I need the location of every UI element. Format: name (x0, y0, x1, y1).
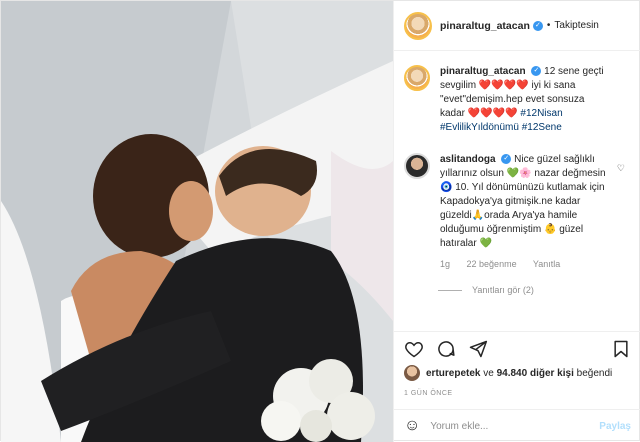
author-avatar[interactable] (404, 11, 432, 40)
commenter-avatar[interactable] (404, 153, 430, 179)
comment-body: aslitandoga ✓ Nice güzel sağlıklı yıllar… (440, 153, 610, 271)
caption: pinaraltug_atacan ✓ 12 sene geçti sevgil… (404, 65, 631, 135)
hashtag-link[interactable]: #12Nisan (520, 108, 562, 119)
follow-status[interactable]: Takiptesin (554, 20, 598, 31)
commenter-username[interactable]: aslitandoga (440, 154, 496, 165)
nazar-emoji: 🧿 (440, 182, 453, 193)
author-username[interactable]: pinaraltug_atacan (440, 20, 530, 32)
verified-badge-icon: ✓ (532, 20, 543, 31)
liker-avatar[interactable] (404, 365, 420, 381)
emoji: 👶 (543, 224, 557, 235)
liker-username[interactable]: erturepetek (426, 368, 480, 379)
comments-list[interactable]: pinaraltug_atacan ✓ 12 sene geçti sevgil… (394, 57, 640, 330)
emoji: 💚🌸 (506, 168, 532, 179)
comment-like-heart-icon[interactable]: ♡ (617, 163, 625, 174)
post-comment-button[interactable]: Paylaş (599, 421, 631, 432)
separator-dot: • (546, 20, 551, 31)
heart-icon[interactable] (404, 339, 424, 359)
verified-badge-icon: ✓ (531, 66, 542, 77)
hearts-emoji: ❤️❤️❤️❤️ (467, 108, 518, 119)
post-timestamp[interactable]: 1 GÜN ÖNCE (404, 390, 453, 397)
wedding-photo-illustration (1, 1, 393, 442)
view-replies-label[interactable]: Yanıtları gör (2) (472, 285, 534, 295)
comment-time[interactable]: 1g (440, 259, 450, 269)
post-header: pinaraltug_atacan ✓ • Takiptesin (394, 1, 640, 51)
hashtag-link[interactable]: #EvlilikYıldönümü (440, 122, 519, 133)
comment-text-2: nazar değmesin (534, 168, 606, 179)
caption-username[interactable]: pinaraltug_atacan (440, 66, 526, 77)
comment-item: aslitandoga ✓ Nice güzel sağlıklı yıllar… (404, 153, 631, 271)
comment-meta: 1g 22 beğenme Yanıtla (440, 257, 610, 271)
likes-suffix: beğendi (576, 367, 613, 379)
post-photo[interactable] (1, 1, 393, 442)
view-replies[interactable]: Yanıtları gör (2) (438, 285, 631, 295)
verified-badge-icon: ✓ (501, 154, 512, 165)
comment-icon[interactable] (436, 339, 456, 359)
emoji: 🙏 (471, 210, 485, 221)
likes-summary: erturepetek ve 94.840 diğer kişi beğendi (404, 365, 612, 381)
post-side-panel: pinaraltug_atacan ✓ • Takiptesin pinaral… (393, 1, 640, 442)
comment-input[interactable] (430, 420, 600, 432)
add-comment-bar: ☺ Paylaş (394, 409, 640, 442)
post-dialog: pinaraltug_atacan ✓ • Takiptesin pinaral… (0, 0, 640, 442)
share-icon[interactable] (468, 339, 488, 359)
hearts-emoji: ❤️❤️❤️❤️ (478, 80, 529, 91)
reply-button[interactable]: Yanıtla (533, 259, 560, 269)
likes-connector: ve (483, 367, 494, 379)
bookmark-icon[interactable] (611, 339, 631, 359)
replies-divider (438, 289, 462, 291)
comment-likes[interactable]: 22 beğenme (467, 259, 517, 269)
caption-body: pinaraltug_atacan ✓ 12 sene geçti sevgil… (440, 65, 610, 135)
hashtag-link[interactable]: #12Sene (522, 122, 562, 133)
caption-avatar[interactable] (404, 65, 430, 91)
action-bar (394, 331, 640, 365)
emoji-picker-icon[interactable]: ☺ (404, 417, 420, 435)
emoji: 💚 (479, 238, 492, 249)
likes-count[interactable]: 94.840 diğer kişi (497, 368, 574, 379)
